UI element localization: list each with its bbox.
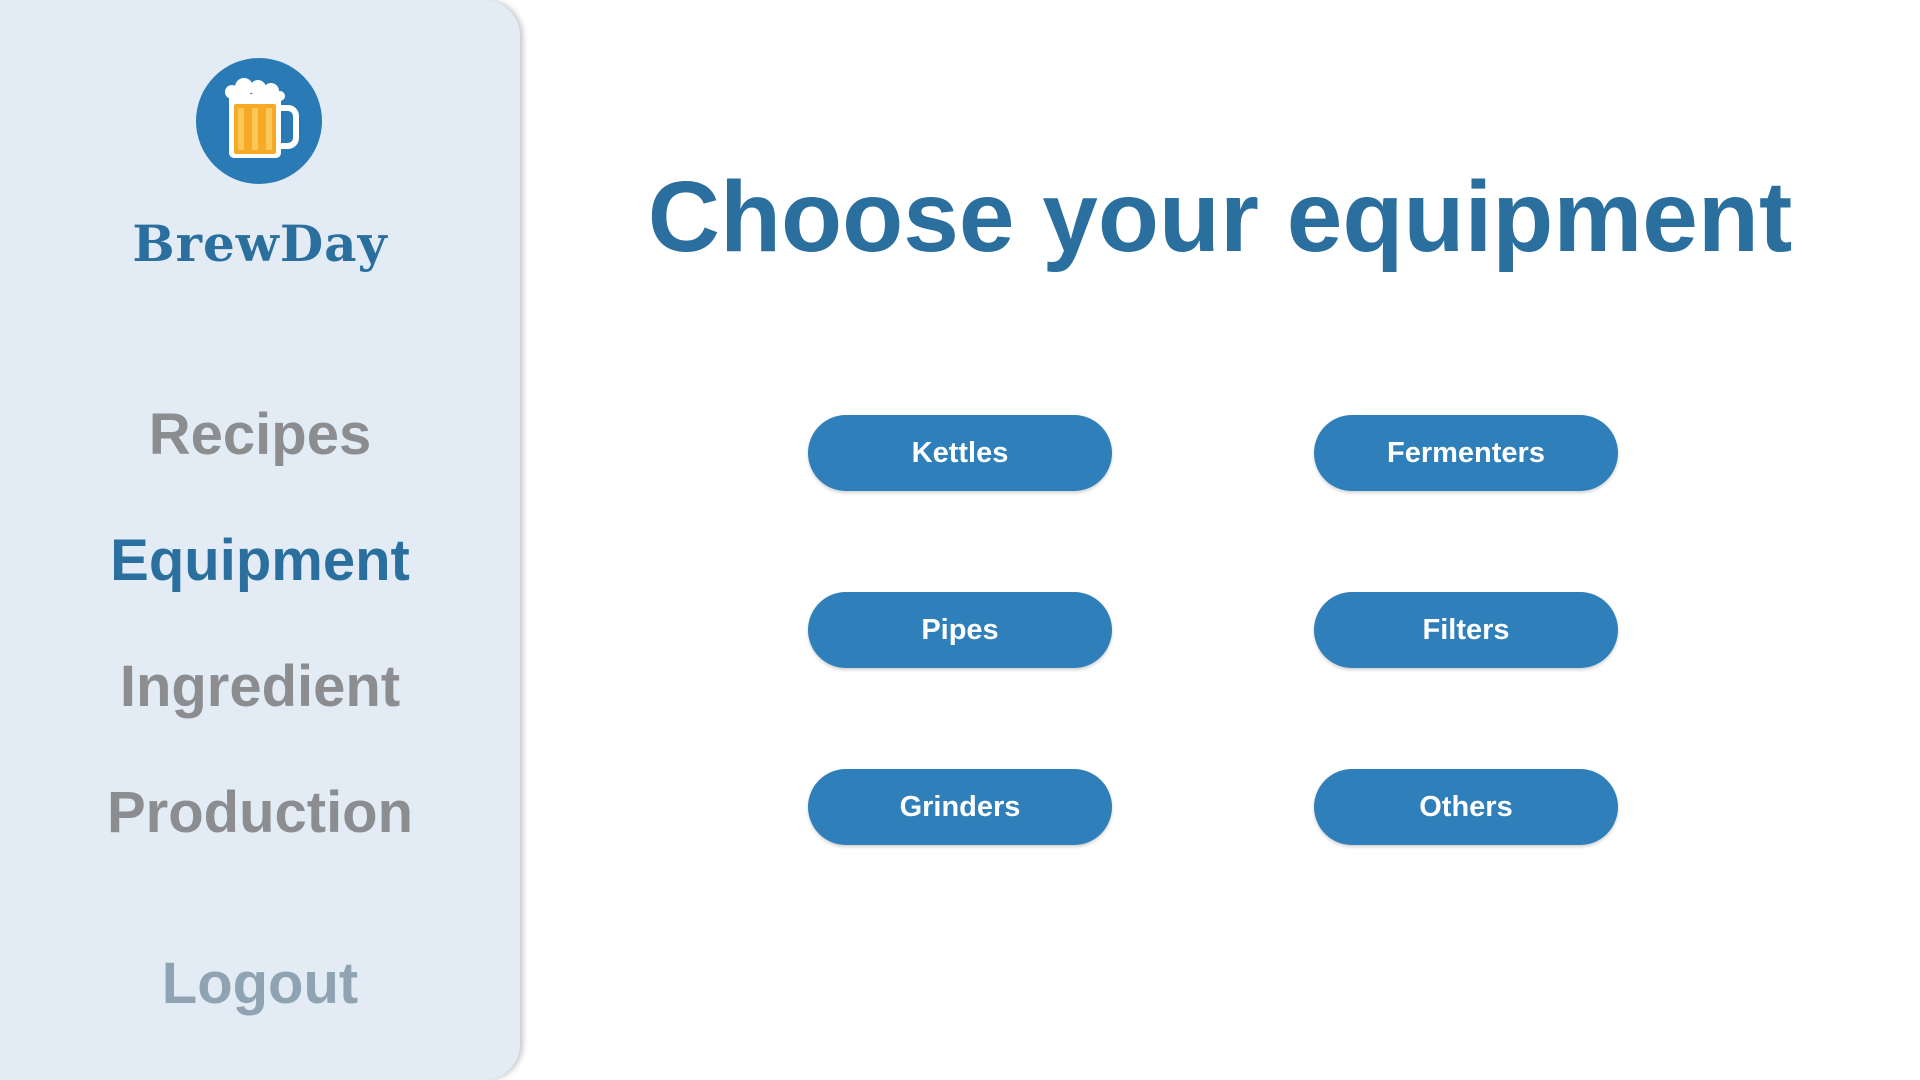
sidebar-item-equipment[interactable]: Equipment xyxy=(0,498,520,624)
brand-name: BrewDay xyxy=(132,214,388,273)
kettles-button[interactable]: Kettles xyxy=(808,415,1112,491)
fermenters-button[interactable]: Fermenters xyxy=(1314,415,1618,491)
page-title: Choose your equipment xyxy=(647,161,1793,273)
logout-button[interactable]: Logout xyxy=(0,950,520,1017)
grinders-button[interactable]: Grinders xyxy=(808,769,1112,845)
sidebar-item-production[interactable]: Production xyxy=(0,750,520,876)
sidebar-item-recipes[interactable]: Recipes xyxy=(0,372,520,498)
others-button[interactable]: Others xyxy=(1314,769,1618,845)
beer-mug-icon xyxy=(196,58,322,184)
equipment-button-grid: Kettles Fermenters Pipes Filters Grinder… xyxy=(808,415,1618,845)
sidebar-item-ingredient[interactable]: Ingredient xyxy=(0,624,520,750)
sidebar: BrewDay Recipes Equipment Ingredient Pro… xyxy=(0,0,520,1080)
sidebar-nav: Recipes Equipment Ingredient Production xyxy=(0,372,520,876)
app-window: BrewDay Recipes Equipment Ingredient Pro… xyxy=(0,0,1920,1080)
pipes-button[interactable]: Pipes xyxy=(808,592,1112,668)
filters-button[interactable]: Filters xyxy=(1314,592,1618,668)
